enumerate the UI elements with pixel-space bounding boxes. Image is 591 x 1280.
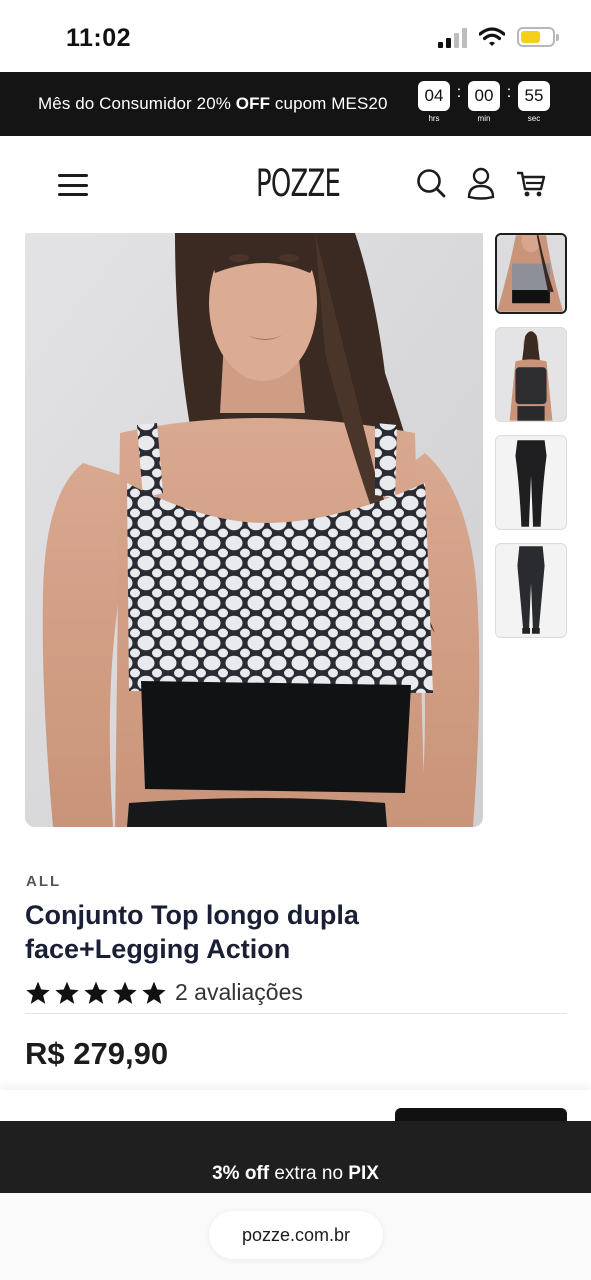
status-bar: 11:02 xyxy=(0,0,591,72)
battery-icon xyxy=(517,27,559,47)
url-bar[interactable]: pozze.com.br xyxy=(209,1211,383,1259)
model-photo xyxy=(25,233,483,827)
star-icon xyxy=(113,981,137,1004)
promo-bar: Mês do Consumidor 20% OFF cupom MES20 04… xyxy=(0,72,591,136)
star-icon xyxy=(26,981,50,1004)
product-title: Conjunto Top longo dupla face+Legging Ac… xyxy=(25,900,359,964)
promo-text: Mês do Consumidor 20% OFF cupom MES20 xyxy=(38,94,388,113)
browser-toolbar: pozze.com.br xyxy=(0,1193,591,1280)
status-time: 11:02 xyxy=(66,24,132,52)
top-front-thumb[interactable] xyxy=(495,233,567,314)
star-icon xyxy=(55,981,79,1004)
top-reverse-thumb[interactable] xyxy=(495,327,567,422)
divider xyxy=(25,1013,567,1014)
product-price: R$ 279,90 xyxy=(25,1036,169,1071)
rating-stars xyxy=(25,980,167,1006)
cart-icon[interactable] xyxy=(515,166,547,200)
buy-button[interactable] xyxy=(395,1108,567,1122)
brand-logo[interactable]: POZZE xyxy=(256,162,341,205)
product-main-image[interactable] xyxy=(25,233,483,827)
pix-banner-text: 3% off extra no PIX xyxy=(212,1163,379,1184)
status-icons xyxy=(438,26,559,48)
search-icon[interactable] xyxy=(415,166,447,200)
legging-back-thumb[interactable] xyxy=(495,543,567,638)
cellular-signal-icon xyxy=(438,26,467,48)
star-icon xyxy=(84,981,108,1004)
site-header: POZZE xyxy=(0,136,591,232)
menu-icon[interactable] xyxy=(58,174,88,196)
reviews-count[interactable]: 2 avaliações xyxy=(175,979,303,1006)
countdown-hours: 04 hrs xyxy=(418,81,450,123)
pix-banner: 3% off extra no PIX xyxy=(0,1121,591,1193)
star-icon xyxy=(142,981,166,1004)
countdown-timer: 04 hrs : 00 min : 55 sec xyxy=(418,81,550,123)
header-actions xyxy=(415,166,547,200)
thumbnail-list xyxy=(495,233,567,651)
sticky-buy-bar xyxy=(0,1090,591,1122)
product-brand[interactable]: ALL xyxy=(26,873,61,890)
countdown-seconds: 55 sec xyxy=(518,81,550,123)
wifi-icon xyxy=(479,27,505,46)
product-rating[interactable]: 2 avaliações xyxy=(25,979,303,1006)
account-icon[interactable] xyxy=(465,166,497,200)
countdown-minutes: 00 min xyxy=(468,81,500,123)
legging-front-thumb[interactable] xyxy=(495,435,567,530)
